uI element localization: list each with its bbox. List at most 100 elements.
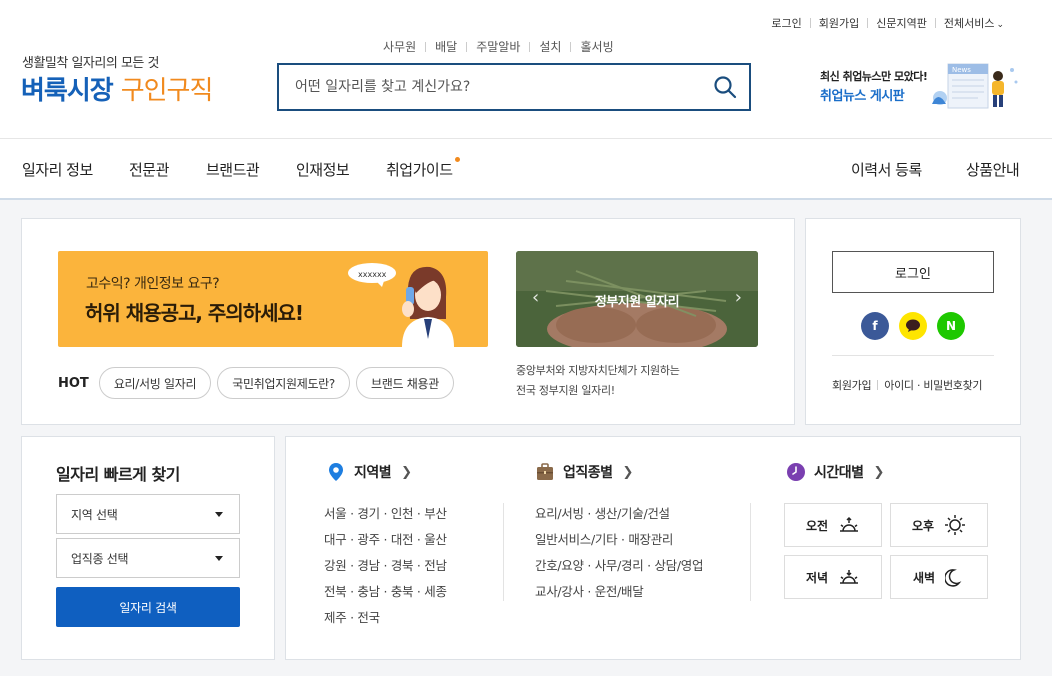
job-links-row[interactable]: 교사/강사 · 운전/배달 (535, 581, 644, 600)
briefcase-icon (537, 463, 553, 480)
facebook-login-icon[interactable]: f (861, 312, 889, 340)
sunset-icon (840, 570, 859, 584)
fake-job-warning-banner[interactable]: 고수익? 개인정보 요구? 허위 채용공고, 주의하세요! xxxxxx (58, 251, 488, 347)
gov-desc-line2: 전국 정부지원 일자리! (516, 384, 615, 397)
gov-banner-title: 정부지원 일자리 (594, 295, 680, 310)
caret-down-icon (215, 512, 223, 517)
util-all-services-menu[interactable]: 전체서비스 ⌄ (936, 15, 1012, 31)
keyword-link[interactable]: 설치 (530, 38, 570, 55)
kakao-login-icon[interactable] (899, 312, 927, 340)
job-links-row[interactable]: 간호/요양 · 사무/경리 · 상담/영업 (535, 555, 703, 574)
time-dawn-label: 새벽 (912, 570, 936, 585)
util-signup-link[interactable]: 회원가입 (811, 15, 867, 31)
hot-keywords: HOT 요리/서빙 일자리 국민취업지원제도란? 브랜드 채용관 (58, 367, 460, 399)
divider (832, 355, 994, 356)
region-select[interactable]: 지역 선택 (56, 494, 240, 534)
speech-bubble-text: xxxxxx (358, 270, 387, 279)
nav-job-info[interactable]: 일자리 정보 (22, 159, 93, 180)
nav-talent-info[interactable]: 인재정보 (296, 159, 350, 180)
new-indicator-dot (454, 157, 460, 162)
nav-specialty[interactable]: 전문관 (129, 159, 169, 180)
region-links-row[interactable]: 대구 · 광주 · 대전 · 울산 (324, 529, 447, 548)
signup-link[interactable]: 회원가입 (832, 377, 872, 393)
region-select-value: 지역 선택 (71, 507, 118, 522)
nav-brand[interactable]: 브랜드관 (206, 159, 260, 180)
facebook-label: f (872, 319, 878, 333)
region-links-row[interactable]: 강원 · 경남 · 경북 · 전남 (324, 555, 447, 574)
hot-label: HOT (58, 375, 89, 391)
news-banner-line2: 취업뉴스 게시판 (820, 89, 905, 104)
main-banner-panel: 고수익? 개인정보 요구? 허위 채용공고, 주의하세요! xxxxxx HOT… (21, 218, 795, 425)
promo-line2: 허위 채용공고, 주의하세요! (85, 301, 304, 325)
region-category-header[interactable]: 지역별 ❯ (326, 462, 412, 482)
region-links-row[interactable]: 전북 · 충남 · 충북 · 세종 (324, 581, 447, 600)
time-morning-button[interactable]: 오전 (784, 503, 882, 547)
divider (750, 503, 751, 601)
login-button[interactable]: 로그인 (832, 251, 994, 293)
nav-career-guide-label: 취업가이드 (386, 161, 453, 179)
all-services-label: 전체서비스 (943, 17, 995, 30)
moon-icon (945, 569, 962, 587)
logo-tagline: 생활밀착 일자리의 모든 것 (22, 56, 159, 71)
newspaper-illustration-icon: News (932, 63, 1018, 109)
region-links-row[interactable]: 서울 · 경기 · 인천 · 부산 (324, 503, 447, 522)
time-dawn-button[interactable]: 새벽 (890, 555, 988, 599)
promo-line1: 고수익? 개인정보 요구? (86, 276, 220, 292)
naver-label: N (945, 319, 957, 333)
nav-resume-register[interactable]: 이력서 등록 (851, 159, 922, 180)
job-news-banner[interactable]: 최신 취업뉴스만 모았다! 취업뉴스 게시판 News (820, 63, 1020, 115)
time-category-title: 시간대별 (814, 465, 864, 481)
hot-chip-cooking-serving[interactable]: 요리/서빙 일자리 (98, 367, 212, 399)
site-logo[interactable]: 벼룩시장 구인구직 (21, 70, 214, 107)
main-navigation: 일자리 정보 전문관 브랜드관 인재정보 취업가이드 이력서 등록 상품안내 (0, 138, 1052, 200)
keyword-link[interactable]: 홀서빙 (571, 38, 622, 55)
category-panel: 지역별 ❯ 서울 · 경기 · 인천 · 부산 대구 · 광주 · 대전 · 울… (285, 436, 1021, 660)
banner-next-arrow-icon[interactable]: › (735, 287, 742, 308)
job-category-header[interactable]: 업직종별 ❯ (535, 462, 633, 482)
divider (877, 380, 879, 390)
news-icon-label: News (952, 66, 971, 74)
chevron-right-icon: ❯ (873, 464, 885, 480)
job-search-button[interactable]: 일자리 검색 (56, 587, 240, 627)
hot-chip-national-employment-support[interactable]: 국민취업지원제도란? (217, 367, 350, 399)
time-afternoon-button[interactable]: 오후 (890, 503, 988, 547)
search-icon[interactable] (713, 75, 737, 99)
time-afternoon-label: 오후 (911, 518, 935, 533)
job-links-row[interactable]: 일반서비스/기타 · 매장관리 (535, 529, 673, 548)
sun-icon (945, 515, 966, 535)
search-box (277, 63, 751, 111)
gov-desc-line1: 중앙부처와 지방자치단체가 지원하는 (516, 364, 680, 377)
search-input[interactable] (279, 65, 679, 109)
time-evening-button[interactable]: 저녁 (784, 555, 882, 599)
find-id-password-link[interactable]: 아이디 · 비밀번호찾기 (884, 377, 982, 393)
region-links-row[interactable]: 제주 · 전국 (324, 607, 380, 626)
quick-search-panel: 일자리 빠르게 찾기 지역 선택 업직종 선택 일자리 검색 (21, 436, 275, 660)
job-type-select-value: 업직종 선택 (71, 551, 129, 566)
keyword-link[interactable]: 사무원 (383, 38, 425, 55)
logo-name-secondary: 구인구직 (120, 76, 214, 106)
news-banner-line1: 최신 취업뉴스만 모았다! (820, 70, 928, 83)
logo-name-primary: 벼룩시장 (21, 76, 114, 106)
hot-chip-brand-recruiting[interactable]: 브랜드 채용관 (356, 367, 454, 399)
job-category-title: 업직종별 (563, 465, 613, 481)
speech-bubble-icon (906, 319, 920, 332)
util-regional-paper-link[interactable]: 신문지역판 (868, 15, 935, 31)
job-links-row[interactable]: 요리/서빙 · 생산/기술/건설 (535, 503, 670, 522)
clock-icon (787, 463, 805, 481)
nav-product-info[interactable]: 상품안내 (966, 159, 1020, 180)
job-type-select[interactable]: 업직종 선택 (56, 538, 240, 578)
keyword-link[interactable]: 주말알바 (467, 38, 529, 55)
chevron-right-icon: ❯ (401, 464, 412, 480)
naver-login-icon[interactable]: N (937, 312, 965, 340)
keyword-link[interactable]: 배달 (426, 38, 466, 55)
nav-career-guide[interactable]: 취업가이드 (386, 157, 460, 180)
time-morning-label: 오전 (805, 518, 829, 533)
woman-on-phone-illustration-icon: xxxxxx (348, 263, 454, 347)
gov-support-jobs-banner[interactable]: ‹ 정부지원 일자리 › (516, 251, 758, 347)
popular-keywords: 사무원 배달 주말알바 설치 홀서빙 (383, 38, 623, 55)
chevron-right-icon: ❯ (622, 464, 634, 480)
util-login-link[interactable]: 로그인 (763, 15, 809, 31)
time-evening-label: 저녁 (805, 570, 829, 585)
time-category-header[interactable]: 시간대별 ❯ (786, 462, 884, 482)
location-pin-icon (329, 463, 343, 481)
